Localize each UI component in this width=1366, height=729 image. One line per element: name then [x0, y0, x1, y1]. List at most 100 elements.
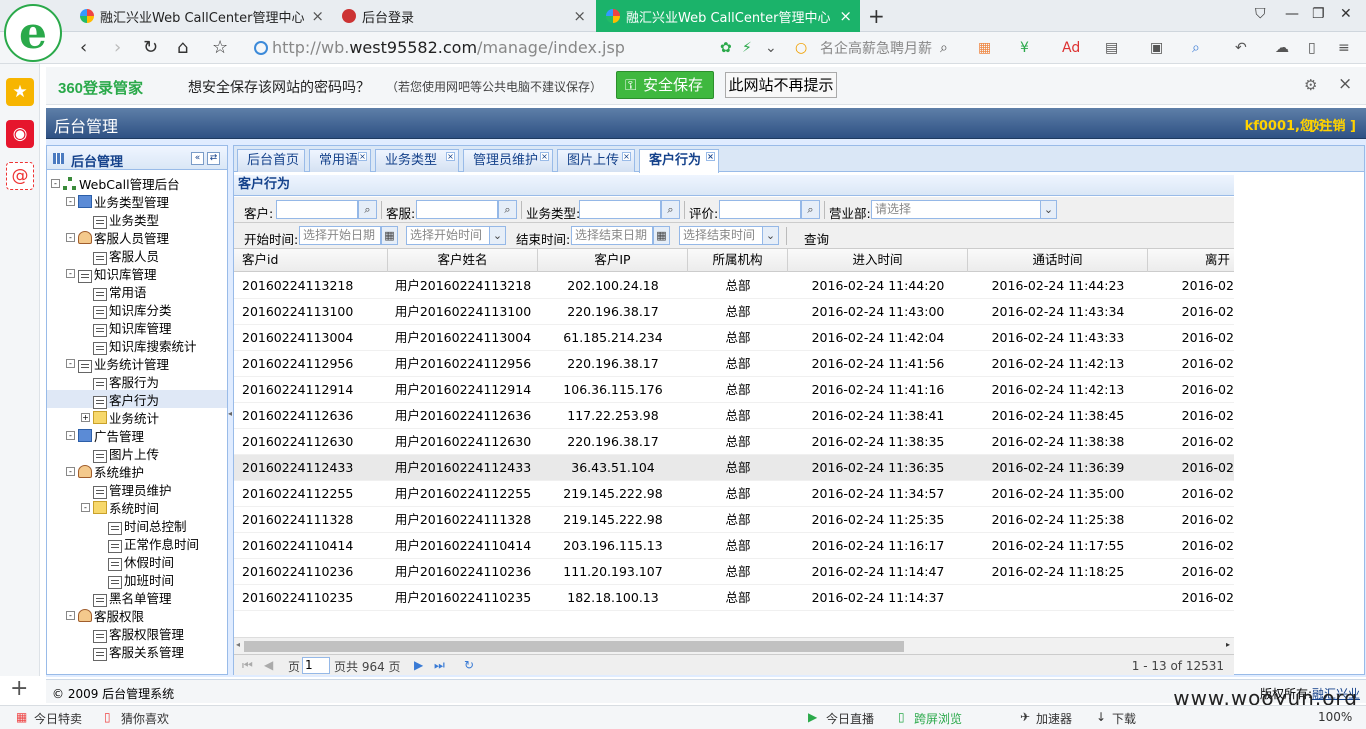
never-prompt-button[interactable]: 此网站不再提示: [725, 72, 837, 98]
first-page-icon[interactable]: ⏮: [242, 658, 253, 673]
tree-node[interactable]: - 知识库管理: [47, 264, 227, 283]
page-number-input[interactable]: 1: [302, 657, 330, 674]
undo-icon[interactable]: ↶: [1235, 40, 1247, 56]
start-date-input[interactable]: 选择开始日期: [299, 226, 381, 245]
panel-tab[interactable]: 常用语 ×: [309, 149, 371, 172]
collapse-node-icon[interactable]: -: [81, 502, 90, 512]
table-row[interactable]: 20160224113004 用户20160224113004 61.185.214…: [234, 325, 1234, 351]
zoom-level[interactable]: 100%: [1318, 710, 1352, 724]
tree-node[interactable]: - 客服人员管理: [47, 228, 227, 246]
table-row[interactable]: 20160224112255 用户20160224112255 219.145.22…: [234, 481, 1234, 507]
panel-tab[interactable]: 管理员维护 ×: [463, 149, 553, 172]
tree-node[interactable]: 休假时间: [47, 552, 227, 571]
column-header[interactable]: 通话时间: [968, 249, 1148, 272]
calendar-icon[interactable]: ▦: [653, 226, 670, 245]
biztype-input[interactable]: [579, 200, 661, 219]
forward-icon[interactable]: ›: [114, 37, 121, 58]
panel-tab[interactable]: 图片上传 ×: [557, 149, 635, 172]
agent-input[interactable]: [416, 200, 498, 219]
tree-node[interactable]: - 广告管理: [47, 426, 227, 444]
reload-icon[interactable]: ↻: [143, 37, 158, 58]
refresh-tree-icon[interactable]: ⇄: [207, 152, 220, 165]
rating-input[interactable]: [719, 200, 801, 219]
column-header[interactable]: 客户姓名: [388, 249, 538, 272]
customer-search-icon[interactable]: ⌕: [358, 200, 377, 219]
phone-icon[interactable]: ▯: [1308, 40, 1316, 56]
table-row[interactable]: 20160224112433 用户20160224112433 36.43.51.1…: [234, 455, 1234, 481]
dept-select[interactable]: 请选择: [871, 200, 1041, 219]
close-tab-icon[interactable]: ×: [311, 7, 324, 25]
close-tab-icon[interactable]: ×: [839, 7, 852, 25]
column-header[interactable]: 客户id: [234, 249, 388, 272]
tree-node[interactable]: 图片上传: [47, 444, 227, 463]
tree-node[interactable]: 黑名单管理: [47, 588, 227, 607]
collapse-node-icon[interactable]: -: [66, 358, 75, 368]
column-header[interactable]: 客户IP: [538, 249, 688, 272]
tree-node[interactable]: 知识库搜索统计: [47, 336, 227, 355]
collapse-node-icon[interactable]: -: [51, 178, 60, 188]
chevron-down-icon[interactable]: ⌄: [1040, 200, 1057, 219]
table-row[interactable]: 20160224112630 用户20160224112630 220.196.38…: [234, 429, 1234, 455]
collapse-node-icon[interactable]: -: [66, 232, 75, 242]
add-sidebar-icon[interactable]: +: [10, 676, 28, 701]
biztype-search-icon[interactable]: ⌕: [661, 200, 680, 219]
tree-node[interactable]: 知识库分类: [47, 300, 227, 319]
last-page-icon[interactable]: ⏭: [434, 658, 445, 673]
close-window-icon[interactable]: ✕: [1340, 6, 1352, 22]
screenshot-icon[interactable]: ▣: [1150, 40, 1163, 56]
next-page-icon[interactable]: ▶: [414, 658, 423, 672]
table-row[interactable]: 20160224112956 用户20160224112956 220.196.38…: [234, 351, 1234, 377]
search-input[interactable]: 名企高薪急聘月薪: [820, 38, 932, 58]
save-password-button[interactable]: ⚿ 安全保存: [616, 71, 714, 99]
table-row[interactable]: 20160224112636 用户20160224112636 117.22.253…: [234, 403, 1234, 429]
table-row[interactable]: 20160224111328 用户20160224111328 219.145.22…: [234, 507, 1234, 533]
address-bar[interactable]: http://wb.west95582.com/manage/index.jsp: [250, 36, 715, 60]
wallet-icon[interactable]: ¥: [1020, 40, 1029, 56]
speed-icon[interactable]: ⚡: [742, 40, 752, 56]
tree-node[interactable]: 时间总控制: [47, 516, 227, 535]
collapse-node-icon[interactable]: -: [66, 466, 75, 476]
mail-icon[interactable]: @: [6, 162, 34, 190]
tree-node[interactable]: 管理员维护: [47, 480, 227, 499]
rating-search-icon[interactable]: ⌕: [801, 200, 820, 219]
tree-node[interactable]: - 业务统计管理: [47, 354, 227, 373]
menu-icon[interactable]: ≡: [1338, 40, 1350, 56]
browser-tab-1[interactable]: 融汇兴业Web CallCenter管理中心 ×: [70, 0, 332, 32]
back-icon[interactable]: ‹: [80, 37, 87, 58]
panel-tab[interactable]: 客户行为 ×: [639, 149, 719, 173]
column-header[interactable]: 离开: [1148, 249, 1234, 272]
search-icon[interactable]: ⌕: [940, 40, 948, 56]
home-icon[interactable]: ⌂: [177, 37, 188, 58]
collapse-node-icon[interactable]: -: [66, 610, 75, 620]
skin-icon[interactable]: ⛉: [1255, 6, 1266, 22]
tree-node[interactable]: 业务类型: [47, 210, 227, 229]
close-tab-icon[interactable]: ×: [446, 152, 455, 161]
new-tab-icon[interactable]: +: [868, 4, 885, 28]
column-header[interactable]: 进入时间: [788, 249, 968, 272]
close-tab-icon[interactable]: ×: [358, 152, 367, 161]
table-row[interactable]: 20160224113218 用户20160224113218 202.100.24…: [234, 273, 1234, 299]
refresh-icon[interactable]: ↻: [464, 658, 474, 672]
cross-screen-link[interactable]: 跨屏浏览: [914, 710, 962, 727]
panel-tab[interactable]: 后台首页: [237, 149, 305, 172]
chevron-down-icon[interactable]: ⌄: [762, 226, 779, 245]
horizontal-scrollbar[interactable]: ◂ ▸: [234, 637, 1234, 654]
guess-like-link[interactable]: 猜你喜欢: [121, 710, 169, 727]
tree-node[interactable]: - 系统时间: [47, 498, 227, 516]
live-link[interactable]: 今日直播: [826, 710, 874, 727]
tree-node[interactable]: + 业务统计: [47, 408, 227, 426]
download-link[interactable]: 下载: [1112, 710, 1136, 727]
favorites-star-icon[interactable]: ★: [6, 78, 34, 106]
scroll-thumb[interactable]: [244, 641, 904, 652]
tree-node[interactable]: 客服人员: [47, 246, 227, 265]
zoom-search-icon[interactable]: ⌕: [1192, 40, 1200, 56]
weibo-icon[interactable]: ◉: [6, 120, 34, 148]
customer-input[interactable]: [276, 200, 358, 219]
tree-node[interactable]: 客服权限管理: [47, 624, 227, 643]
daily-sale-link[interactable]: 今日特卖: [34, 710, 82, 727]
prev-page-icon[interactable]: ◀: [264, 658, 273, 672]
close-tab-icon[interactable]: ×: [540, 152, 549, 161]
start-time-input[interactable]: 选择开始时间: [406, 226, 490, 245]
minimize-icon[interactable]: —: [1285, 6, 1299, 22]
close-icon[interactable]: ×: [1338, 74, 1352, 94]
